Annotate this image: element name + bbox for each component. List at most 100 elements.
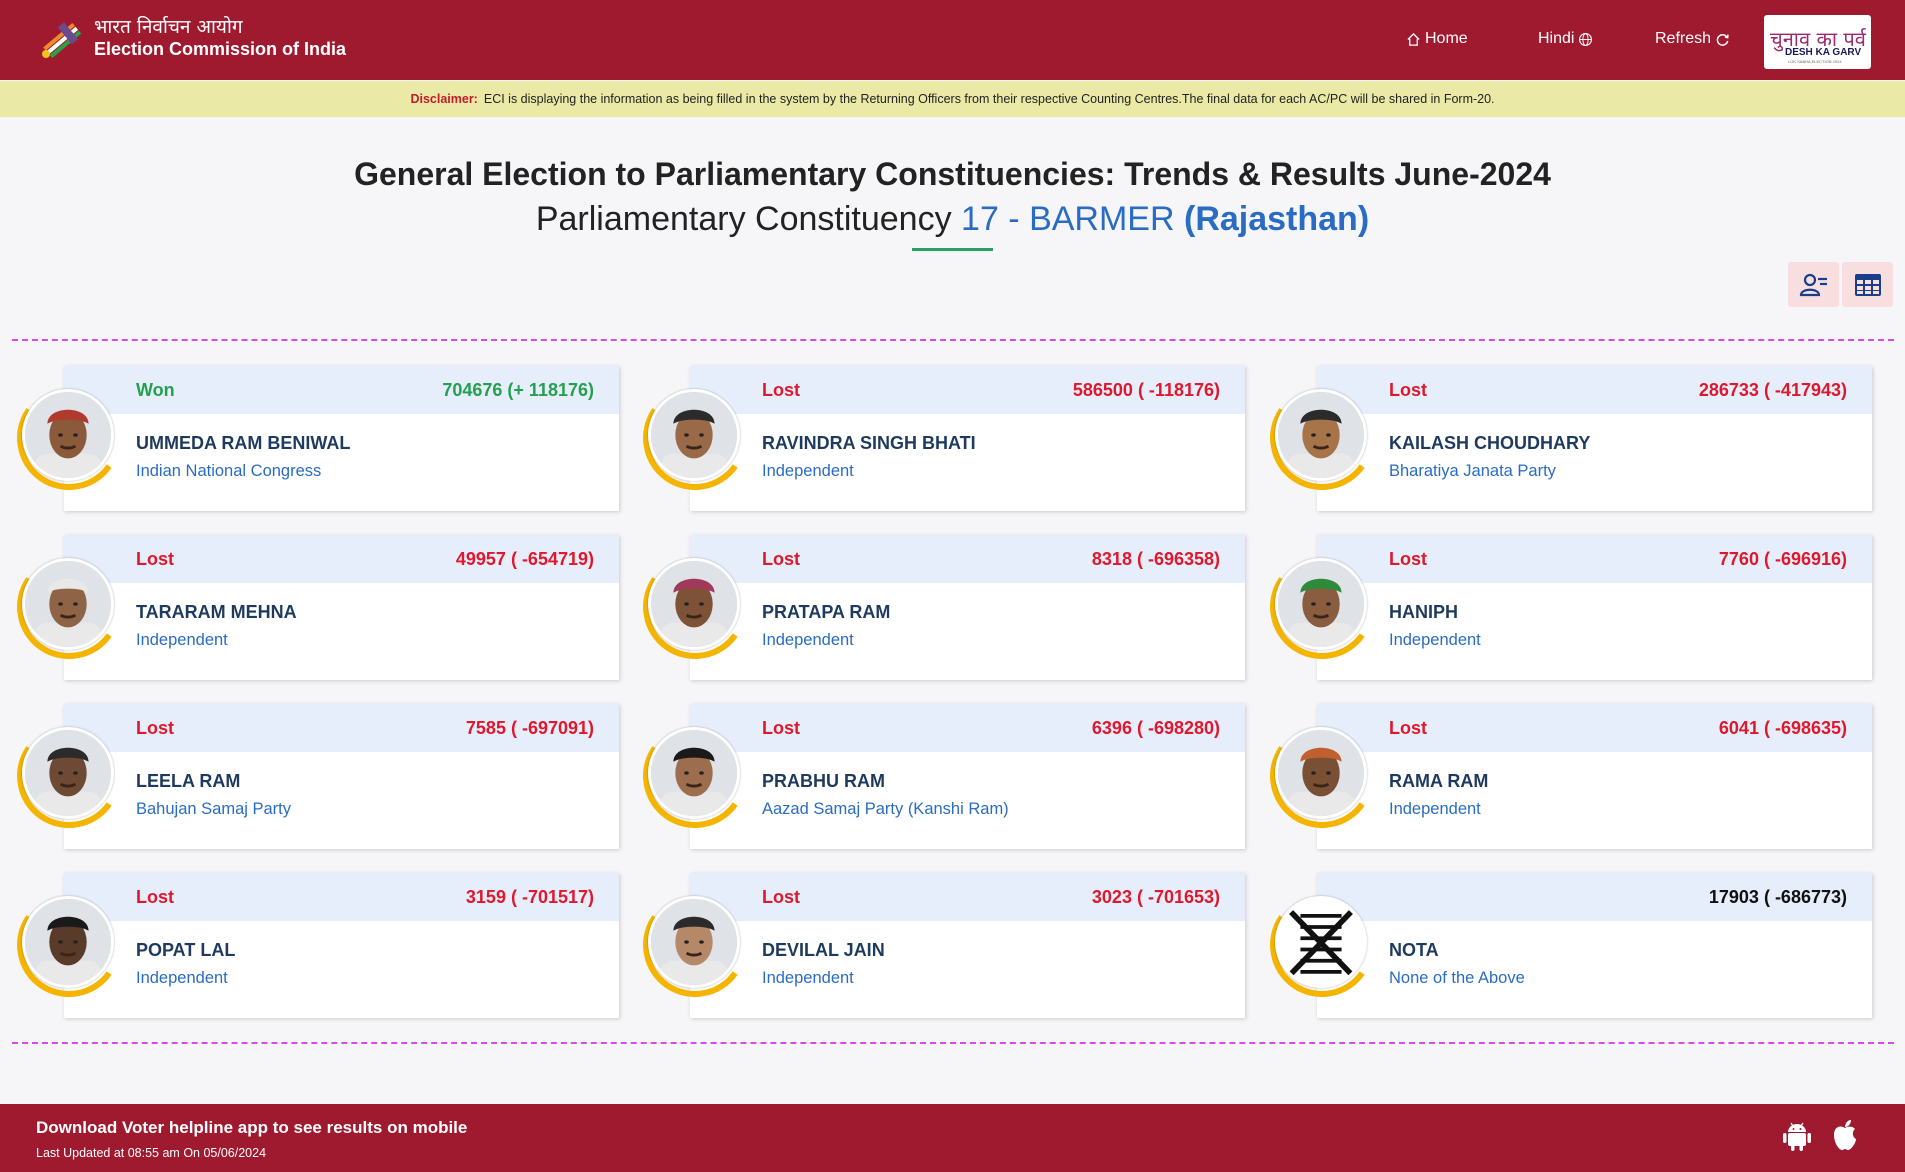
nav-refresh-label: Refresh (1655, 30, 1712, 47)
result-status: Lost (762, 718, 800, 738)
party-name: Independent (762, 462, 854, 480)
vote-count: 7760 ( -696916) (1718, 549, 1847, 569)
user-list-icon (1799, 273, 1827, 296)
vote-count: 7585 ( -697091) (465, 718, 594, 738)
candidate-photo (1275, 558, 1367, 650)
candidate-card[interactable]: Lost 3159 ( -701517) POPAT LAL Independent (64, 873, 619, 1018)
nota-symbol-icon (1275, 896, 1367, 988)
disclaimer-label: Disclaimer: (410, 92, 478, 106)
candidate-photo (648, 558, 740, 650)
state-name: (Rajasthan) (1184, 200, 1370, 238)
page-subtitle: Parliamentary Constituency 17 - BARMER (… (0, 200, 1905, 239)
vote-count: 8318 ( -696358) (1091, 549, 1220, 569)
result-status: Lost (1389, 549, 1427, 569)
refresh-icon (1716, 33, 1729, 46)
badge-english-text: DESH KA GARV (1785, 47, 1862, 58)
candidate-name: UMMEDA RAM BENIWAL (136, 433, 351, 453)
home-icon (1407, 32, 1420, 46)
party-name: Independent (136, 969, 228, 987)
candidate-name: DEVILAL JAIN (762, 940, 885, 960)
candidate-name: PRATAPA RAM (762, 602, 891, 622)
party-name: Bahujan Samaj Party (136, 800, 292, 818)
desh-ka-garv-badge[interactable]: चुनाव का पर्व DESH KA GARV LOK SABHA ELE… (1764, 15, 1871, 69)
party-name: Independent (762, 631, 854, 649)
candidate-photo (1275, 389, 1367, 481)
candidate-card[interactable]: Won 704676 (+ 118176) UMMEDA RAM BENIWAL In… (64, 366, 619, 511)
vote-count: 286733 ( -417943) (1698, 380, 1847, 400)
candidate-card[interactable]: Lost 586500 ( -118176) RAVINDRA SINGH BHAT… (690, 366, 1245, 511)
candidate-photo (22, 727, 114, 819)
candidate-card[interactable]: Lost 286733 ( -417943) KAILASH CHOUDHARY Bh… (1317, 366, 1872, 511)
nav-hindi-label: Hindi (1538, 30, 1575, 47)
candidate-name: RAMA RAM (1389, 771, 1489, 791)
logo-title-english: Election Commission of India (94, 39, 347, 59)
constituency-name: 17 - BARMER (961, 200, 1175, 238)
nav-refresh-button[interactable]: Refresh (1655, 30, 1730, 48)
candidate-name: HANIPH (1389, 602, 1459, 622)
nav-home-link[interactable]: Home (1406, 30, 1468, 48)
card-view-button[interactable] (1788, 262, 1839, 307)
candidate-card[interactable]: Lost 7760 ( -696916) HANIPH Independent (1317, 535, 1872, 680)
candidate-card[interactable]: Lost 8318 ( -696358) PRATAPA RAM Independen… (690, 535, 1245, 680)
candidate-photo (22, 558, 114, 650)
vote-count: 17903 ( -686773) (1708, 887, 1847, 907)
party-name: Independent (1389, 800, 1481, 818)
candidate-name: POPAT LAL (136, 940, 236, 960)
party-name: Independent (762, 969, 854, 987)
candidate-card[interactable]: 17903 ( -686773) NOTA None of the Above (1317, 873, 1872, 1018)
nav-home-label: Home (1425, 30, 1468, 47)
disclaimer-text: ECI is displaying the information as bei… (483, 92, 1495, 106)
badge-sub-text: LOK SABHA ELECTION 2024 (1788, 59, 1842, 64)
candidate-name: NOTA (1389, 940, 1439, 960)
candidate-photo (22, 896, 114, 988)
apple-icon[interactable] (1830, 1118, 1860, 1152)
party-name: Aazad Samaj Party (Kanshi Ram) (762, 800, 1009, 818)
candidate-name: RAVINDRA SINGH BHATI (762, 433, 976, 453)
footer-bar: Download Voter helpline app to see resul… (0, 1104, 1905, 1172)
top-navbar: भारत निर्वाचन आयोग Election Commission o… (0, 0, 1905, 80)
candidate-name: TARARAM MEHNA (136, 602, 297, 622)
vote-count: 6396 ( -698280) (1091, 718, 1220, 738)
result-status: Lost (136, 718, 174, 738)
candidate-name: KAILASH CHOUDHARY (1389, 433, 1591, 453)
result-status: Lost (762, 380, 800, 400)
candidate-name: PRABHU RAM (762, 771, 885, 791)
footer-updated-text: Last Updated at 08:55 am On 05/06/2024 (36, 1146, 267, 1160)
logo-title-hindi: भारत निर्वाचन आयोग (94, 16, 243, 38)
nav-hindi-link[interactable]: Hindi (1538, 30, 1593, 48)
vote-count: 704676 (+ 118176) (442, 380, 594, 400)
eci-logo-icon[interactable] (36, 14, 86, 64)
candidate-card[interactable]: Lost 7585 ( -697091) LEELA RAM Bahujan Sama… (64, 704, 619, 849)
candidate-card[interactable]: Lost 3023 ( -701653) DEVILAL JAIN Independe… (690, 873, 1245, 1018)
candidate-photo (22, 389, 114, 481)
party-name: Independent (1389, 631, 1481, 649)
footer-download-text: Download Voter helpline app to see resul… (36, 1118, 468, 1137)
disclaimer-banner: Disclaimer: ECI is displaying the informa… (0, 81, 1905, 117)
vote-count: 49957 ( -654719) (455, 549, 594, 569)
party-name: None of the Above (1389, 969, 1525, 987)
candidate-photo (648, 896, 740, 988)
vote-count: 586500 ( -118176) (1072, 380, 1220, 400)
vote-count: 6041 ( -698635) (1718, 718, 1847, 738)
globe-icon (1579, 32, 1593, 46)
result-status: Lost (1389, 718, 1427, 738)
result-status: Won (136, 380, 175, 400)
result-status: Lost (762, 887, 800, 907)
subtitle-prefix: Parliamentary Constituency (535, 200, 952, 238)
android-icon[interactable] (1782, 1118, 1812, 1152)
party-name: Indian National Congress (136, 462, 322, 480)
page-title: General Election to Parliamentary Consti… (354, 156, 1551, 192)
result-status: Lost (136, 887, 174, 907)
party-name: Bharatiya Janata Party (1389, 462, 1556, 480)
candidate-card[interactable]: Lost 6396 ( -698280) PRABHU RAM Aazad Samaj… (690, 704, 1245, 849)
table-icon (1854, 273, 1881, 296)
result-status: Lost (1389, 380, 1427, 400)
candidate-card[interactable]: Lost 6041 ( -698635) RAMA RAM Independent (1317, 704, 1872, 849)
title-underline (912, 248, 993, 251)
result-status: Lost (762, 549, 800, 569)
table-view-button[interactable] (1842, 262, 1893, 307)
divider-bottom (12, 1042, 1894, 1044)
candidate-card[interactable]: Lost 49957 ( -654719) TARARAM MEHNA Indepen… (64, 535, 619, 680)
candidate-photo (1275, 727, 1367, 819)
vote-count: 3023 ( -701653) (1091, 887, 1220, 907)
